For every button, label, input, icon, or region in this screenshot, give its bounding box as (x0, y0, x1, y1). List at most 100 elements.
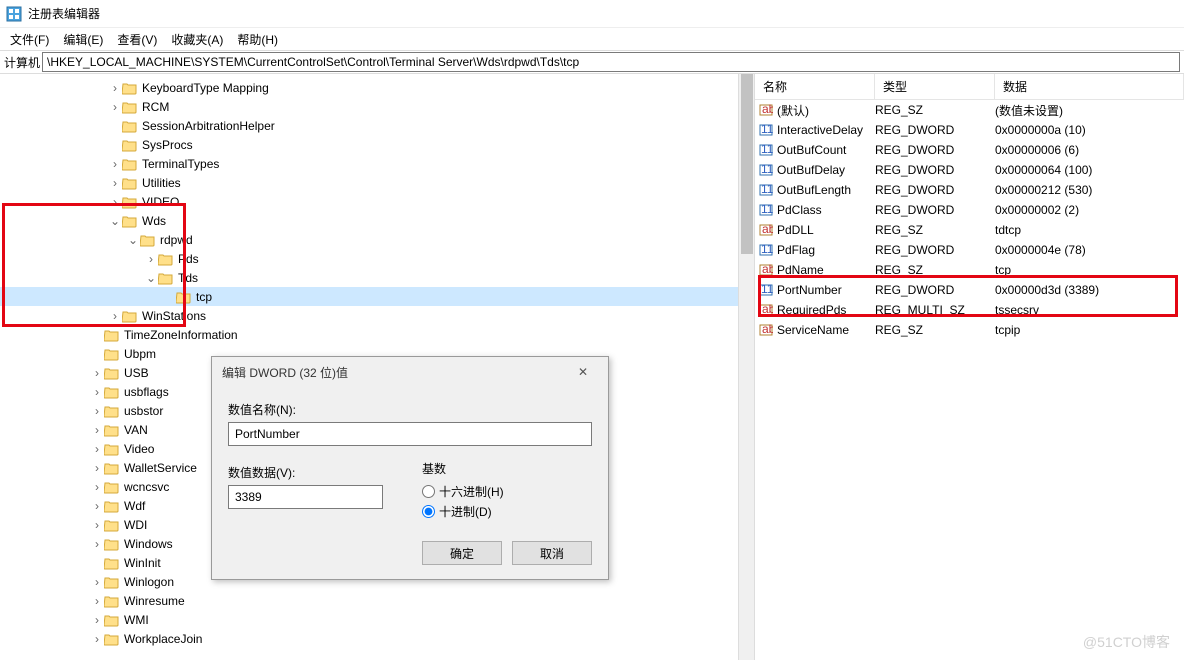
tree-node[interactable]: TimeZoneInformation (0, 325, 754, 344)
folder-icon (104, 347, 120, 361)
tree-node[interactable]: tcp (0, 287, 754, 306)
data-field[interactable] (228, 485, 383, 509)
tree-twisty-icon[interactable]: › (90, 575, 104, 589)
tree-twisty-icon[interactable]: › (90, 537, 104, 551)
tree-node[interactable]: ⌄rdpwd (0, 230, 754, 249)
list-row[interactable]: 110PortNumberREG_DWORD0x00000d3d (3389) (755, 280, 1184, 300)
tree-label: Windows (124, 537, 173, 551)
tree-twisty-icon[interactable]: › (144, 252, 158, 266)
ok-button[interactable]: 确定 (422, 541, 502, 565)
menu-file[interactable]: 文件(F) (4, 29, 55, 50)
tree-label: usbstor (124, 404, 163, 418)
list-row[interactable]: abPdDLLREG_SZtdtcp (755, 220, 1184, 240)
value-data: tdtcp (995, 223, 1184, 237)
tree-node[interactable]: ›VIDEO (0, 192, 754, 211)
col-name[interactable]: 名称 (755, 74, 875, 99)
tree-twisty-icon[interactable]: › (90, 385, 104, 399)
menu-edit[interactable]: 编辑(E) (57, 29, 109, 50)
radix-hex-radio[interactable] (422, 485, 435, 498)
tree-twisty-icon[interactable]: › (90, 499, 104, 513)
folder-icon (122, 176, 138, 190)
tree-node[interactable]: ›Utilities (0, 173, 754, 192)
tree-twisty-icon[interactable]: › (90, 613, 104, 627)
address-input[interactable] (42, 52, 1180, 72)
radix-dec-label: 十进制(D) (439, 503, 492, 520)
value-data: 0x00000d3d (3389) (995, 283, 1184, 297)
tree-node[interactable]: ›TerminalTypes (0, 154, 754, 173)
tree-twisty-icon[interactable]: › (90, 518, 104, 532)
radix-hex-label: 十六进制(H) (439, 483, 504, 500)
folder-icon (122, 309, 138, 323)
radix-hex-row[interactable]: 十六进制(H) (422, 483, 592, 500)
tree-twisty-icon[interactable]: › (90, 404, 104, 418)
tree-twisty-icon[interactable]: › (90, 461, 104, 475)
value-name: PdDLL (777, 223, 814, 237)
folder-icon (104, 556, 120, 570)
tree-node[interactable]: ›WorkplaceJoin (0, 629, 754, 648)
tree-twisty-icon[interactable]: › (90, 594, 104, 608)
value-data: 0x00000002 (2) (995, 203, 1184, 217)
tree-twisty-icon[interactable]: › (90, 442, 104, 456)
tree-node[interactable]: ›Pds (0, 249, 754, 268)
list-row[interactable]: 110PdFlagREG_DWORD0x0000004e (78) (755, 240, 1184, 260)
close-icon[interactable]: ✕ (568, 365, 598, 379)
svg-text:ab: ab (762, 303, 773, 316)
col-data[interactable]: 数据 (995, 74, 1184, 99)
list-row[interactable]: 110OutBufCountREG_DWORD0x00000006 (6) (755, 140, 1184, 160)
value-data: 0x00000064 (100) (995, 163, 1184, 177)
value-type: REG_DWORD (875, 123, 995, 137)
tree-twisty-icon[interactable]: › (90, 480, 104, 494)
tree-node[interactable]: ›Winresume (0, 591, 754, 610)
radix-dec-row[interactable]: 十进制(D) (422, 503, 592, 520)
tree-label: WDI (124, 518, 147, 532)
folder-icon (122, 138, 138, 152)
tree-node[interactable]: SessionArbitrationHelper (0, 116, 754, 135)
tree-twisty-icon[interactable]: › (108, 100, 122, 114)
tree-twisty-icon[interactable]: › (108, 195, 122, 209)
watermark: @51CTO博客 (1083, 632, 1170, 652)
list-row[interactable]: abRequiredPdsREG_MULTI_SZtssecsrv (755, 300, 1184, 320)
tree-twisty-icon[interactable]: › (108, 176, 122, 190)
tree-node[interactable]: ⌄ Tds (0, 268, 754, 287)
value-data: 0x00000212 (530) (995, 183, 1184, 197)
value-data: 0x0000004e (78) (995, 243, 1184, 257)
tree-label: TimeZoneInformation (124, 328, 238, 342)
tree-label: Tds (178, 271, 198, 285)
tree-twisty-icon[interactable]: › (90, 632, 104, 646)
tree-twisty-icon[interactable]: › (108, 309, 122, 323)
tree-twisty-icon[interactable]: › (90, 423, 104, 437)
tree-twisty-icon[interactable]: ⌄ (126, 233, 140, 247)
tree-node[interactable]: ⌄Wds (0, 211, 754, 230)
list-row[interactable]: 110InteractiveDelayREG_DWORD0x0000000a (… (755, 120, 1184, 140)
tree-label: SysProcs (142, 138, 193, 152)
col-type[interactable]: 类型 (875, 74, 995, 99)
menu-favorites[interactable]: 收藏夹(A) (165, 29, 229, 50)
tree-twisty-icon[interactable]: › (108, 157, 122, 171)
tree-scrollbar[interactable] (738, 74, 754, 660)
list-row[interactable]: abServiceNameREG_SZtcpip (755, 320, 1184, 340)
radix-dec-radio[interactable] (422, 505, 435, 518)
tree-node[interactable]: SysProcs (0, 135, 754, 154)
tree-twisty-icon[interactable]: › (108, 81, 122, 95)
list-row[interactable]: abPdNameREG_SZtcp (755, 260, 1184, 280)
tree-node[interactable]: ›KeyboardType Mapping (0, 78, 754, 97)
menu-view[interactable]: 查看(V) (111, 29, 163, 50)
value-type-icon: 110 (759, 183, 773, 197)
list-row[interactable]: ab(默认)REG_SZ(数值未设置) (755, 100, 1184, 120)
list-row[interactable]: 110OutBufLengthREG_DWORD0x00000212 (530) (755, 180, 1184, 200)
menu-help[interactable]: 帮助(H) (231, 29, 284, 50)
cancel-button[interactable]: 取消 (512, 541, 592, 565)
list-row[interactable]: 110PdClassREG_DWORD0x00000002 (2) (755, 200, 1184, 220)
tree-node[interactable]: ›WinStations (0, 306, 754, 325)
name-field[interactable] (228, 422, 592, 446)
tree-twisty-icon[interactable]: ⌄ (108, 214, 122, 228)
scrollbar-thumb[interactable] (741, 74, 753, 254)
list-row[interactable]: 110OutBufDelayREG_DWORD0x00000064 (100) (755, 160, 1184, 180)
tree-node[interactable]: ›WMI (0, 610, 754, 629)
tree-twisty-icon[interactable]: › (90, 366, 104, 380)
tree-label: Wdf (124, 499, 145, 513)
dialog-titlebar[interactable]: 编辑 DWORD (32 位)值 ✕ (212, 357, 608, 387)
tree-twisty-icon[interactable]: ⌄ (144, 271, 158, 285)
tree-node[interactable]: ›RCM (0, 97, 754, 116)
data-label: 数值数据(V): (228, 464, 398, 481)
